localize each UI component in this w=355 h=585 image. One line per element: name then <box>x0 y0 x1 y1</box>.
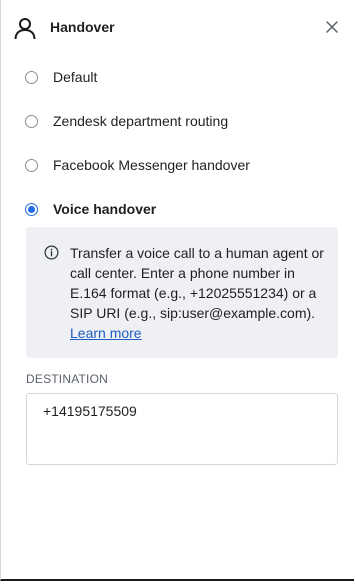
radio-facebook-messenger-handover[interactable] <box>25 158 38 172</box>
info-text: Transfer a voice call to a human agent o… <box>70 243 328 343</box>
option-default-label: Default <box>53 68 98 85</box>
option-zendesk-department-routing[interactable]: Zendesk department routing <box>25 110 345 132</box>
info-icon <box>44 245 59 260</box>
learn-more-link[interactable]: Learn more <box>70 325 142 341</box>
option-voice-handover[interactable]: Voice handover <box>25 198 345 220</box>
option-default[interactable]: Default <box>25 66 345 88</box>
radio-default[interactable] <box>25 70 38 84</box>
info-callout: Transfer a voice call to a human agent o… <box>26 227 338 358</box>
close-icon[interactable] <box>325 20 339 34</box>
option-facebook-messenger-handover[interactable]: Facebook Messenger handover <box>25 154 345 176</box>
option-facebook-label: Facebook Messenger handover <box>53 156 250 173</box>
destination-field[interactable]: +14195175509 <box>26 393 338 465</box>
destination-label: DESTINATION <box>26 372 108 386</box>
radio-zendesk-department-routing[interactable] <box>25 114 38 128</box>
option-zendesk-label: Zendesk department routing <box>53 112 229 129</box>
option-voice-label: Voice handover <box>53 200 157 217</box>
user-icon <box>14 18 36 40</box>
panel-header: Handover <box>1 0 354 56</box>
info-description: Transfer a voice call to a human agent o… <box>70 245 324 321</box>
handover-panel: Handover Default Zendesk department rout… <box>0 0 354 581</box>
radio-voice-handover[interactable] <box>25 202 38 216</box>
panel-title: Handover <box>50 19 115 35</box>
